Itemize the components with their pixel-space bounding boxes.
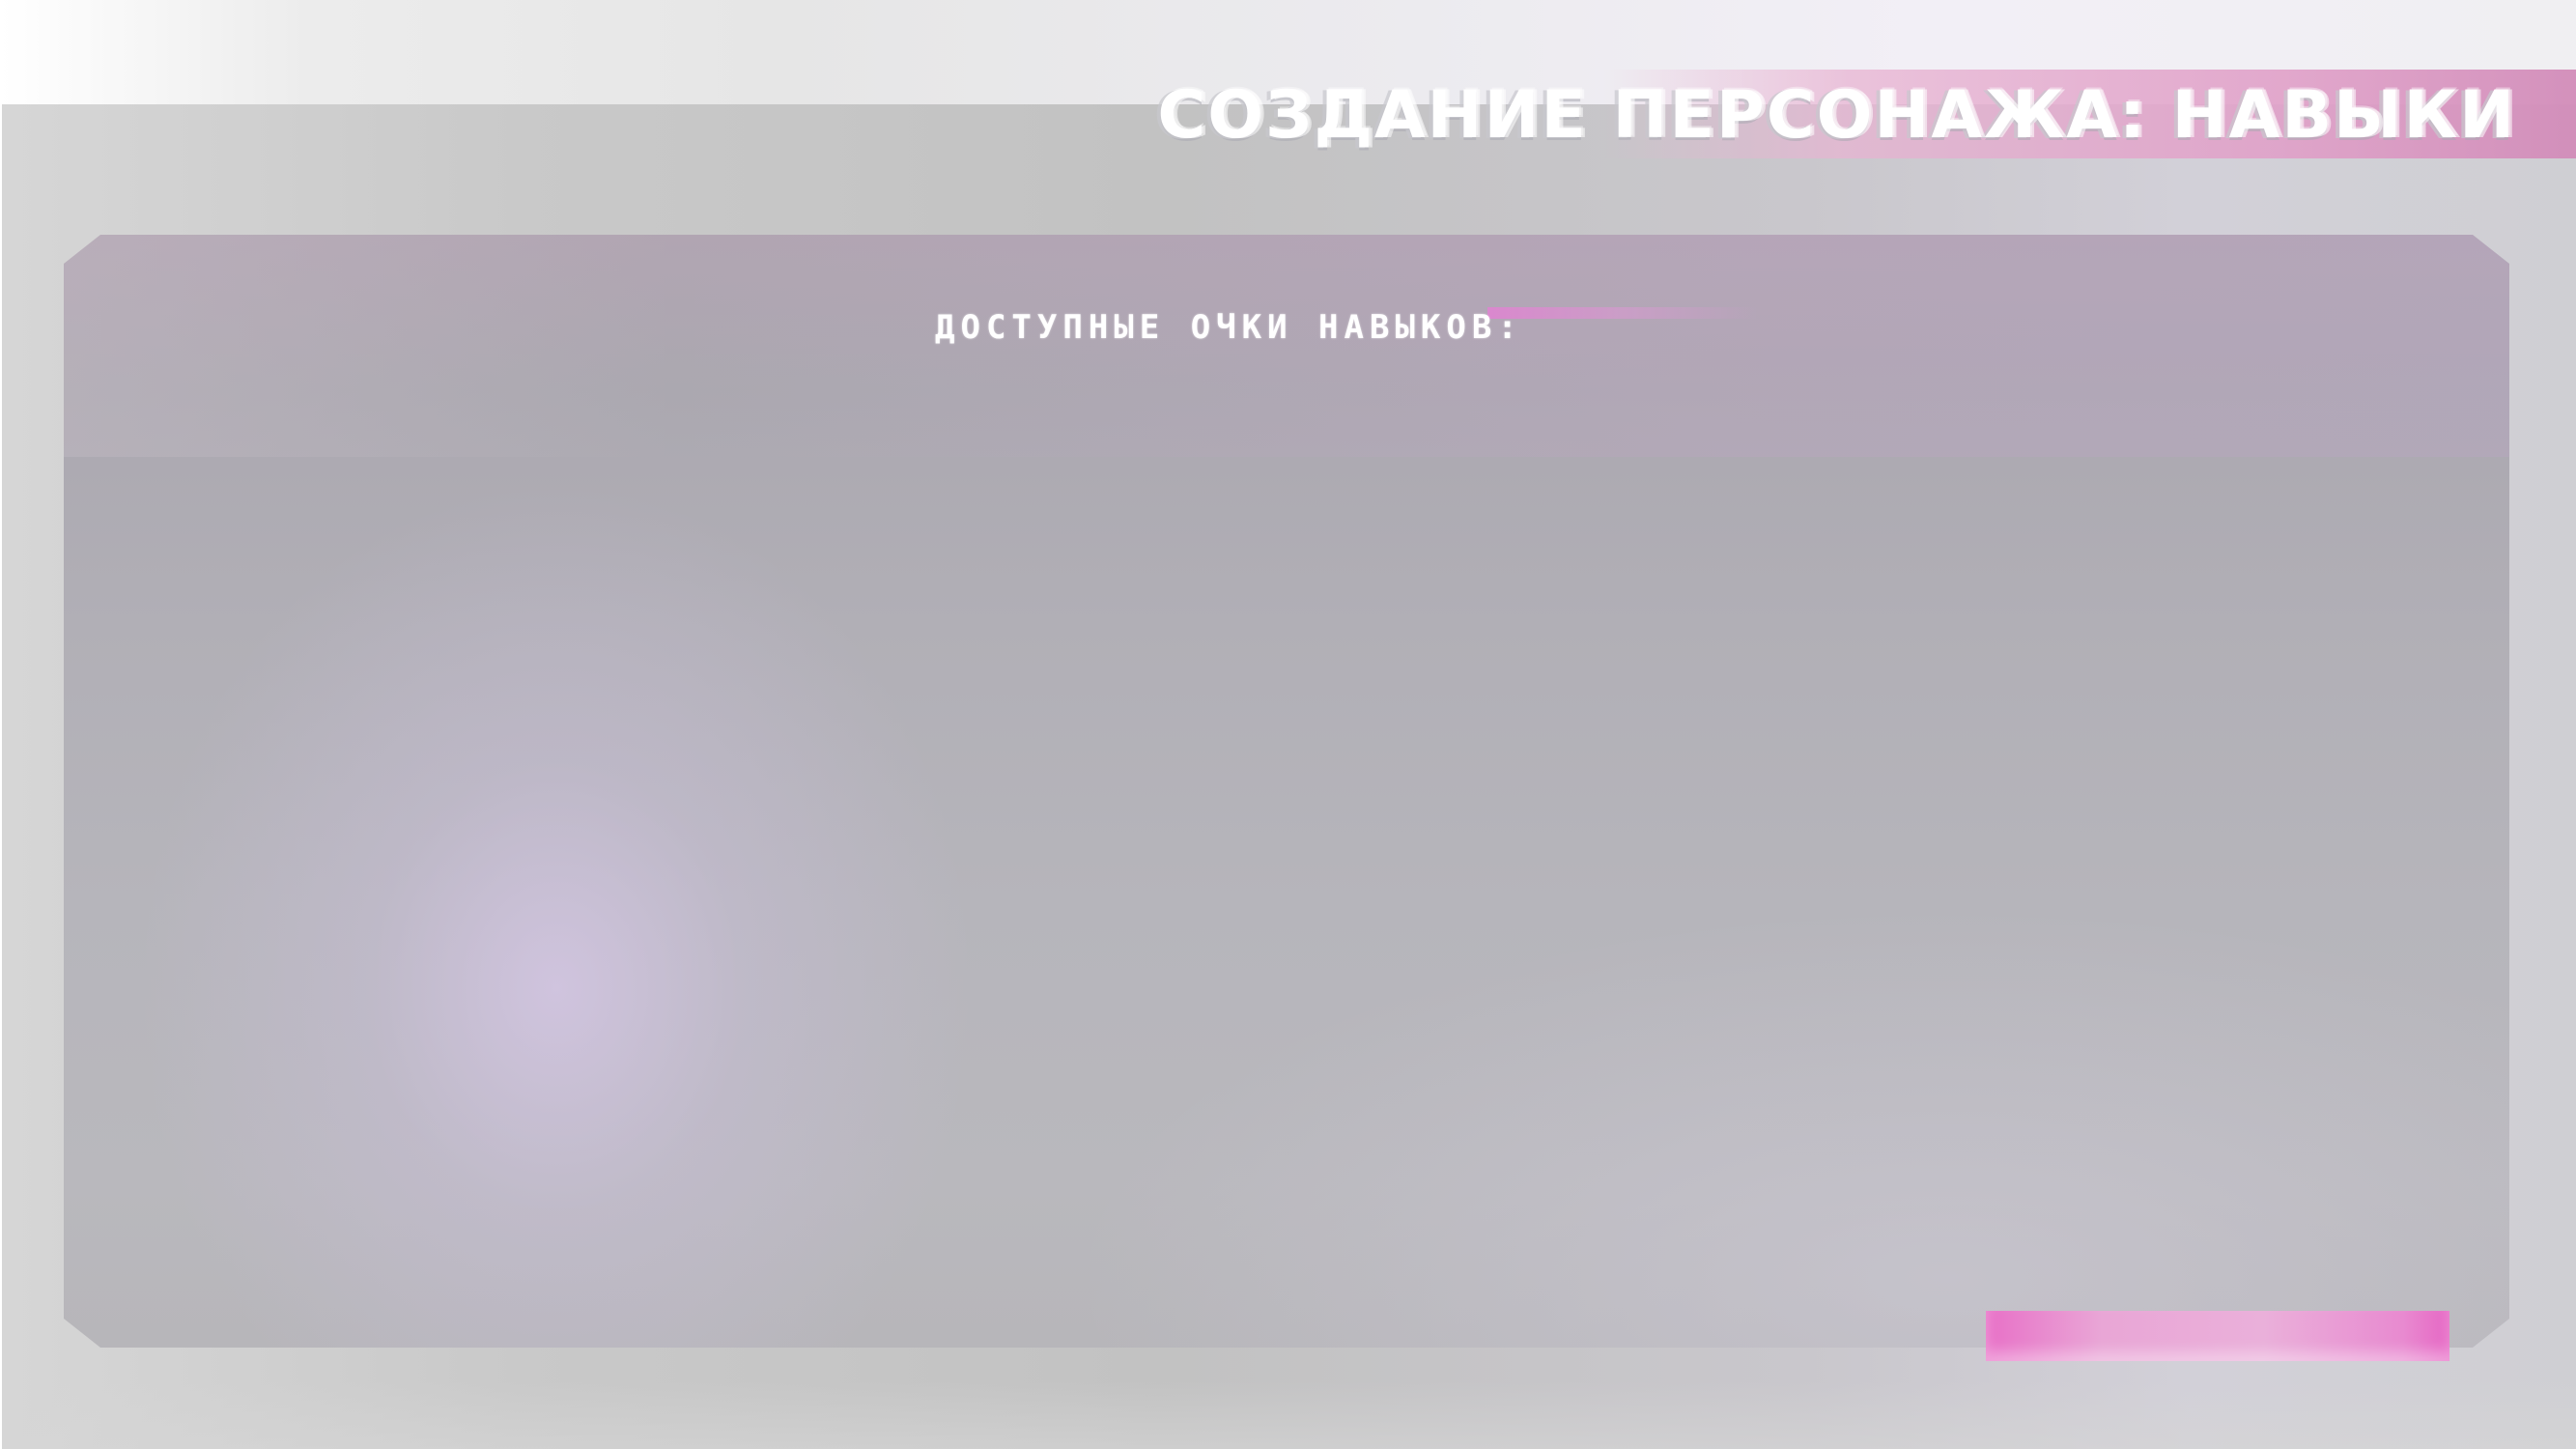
skill-points-label: ДОСТУПНЫЕ ОЧКИ НАВЫКОВ: [935,308,1523,347]
skills-panel [64,235,2509,1348]
points-highlight [1487,307,1758,319]
confirm-button[interactable] [1986,1311,2449,1361]
page-title: СОЗДАНИЕ ПЕРСОНАЖА: НАВЫКИ [1157,77,2516,154]
